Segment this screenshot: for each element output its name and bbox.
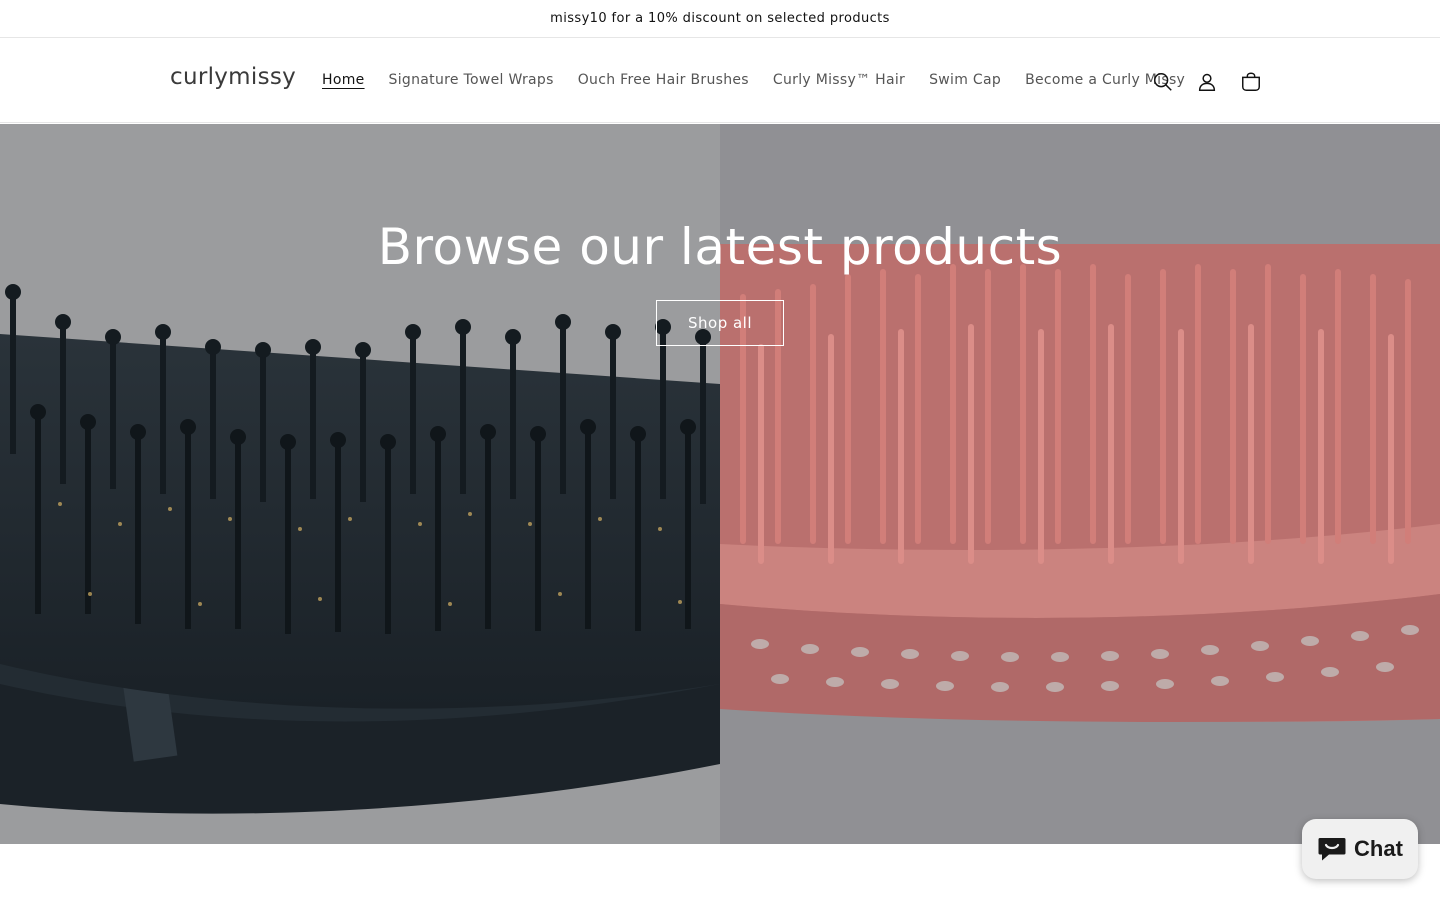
hero-content: Browse our latest products Shop all xyxy=(0,124,1440,346)
site-header: curlymissy Home Signature Towel Wraps Ou… xyxy=(0,38,1440,123)
nav-item-curly-missy-hair[interactable]: Curly Missy™ Hair xyxy=(761,72,917,88)
site-logo[interactable]: curlymissy xyxy=(170,64,296,90)
shop-all-button[interactable]: Shop all xyxy=(655,300,785,346)
nav-item-signature-towel-wraps[interactable]: Signature Towel Wraps xyxy=(377,72,566,88)
chat-bubble-icon xyxy=(1318,838,1346,861)
search-icon[interactable] xyxy=(1141,60,1185,104)
cart-icon[interactable] xyxy=(1229,60,1273,104)
nav-item-swim-cap[interactable]: Swim Cap xyxy=(917,72,1013,88)
announcement-bar: missy10 for a 10% discount on selected p… xyxy=(0,0,1440,38)
nav-item-ouch-free-hair-brushes[interactable]: Ouch Free Hair Brushes xyxy=(566,72,761,88)
chat-label: Chat xyxy=(1354,836,1403,861)
hero-title: Browse our latest products xyxy=(377,218,1063,276)
main-nav: Home Signature Towel Wraps Ouch Free Hai… xyxy=(310,38,1197,122)
hero-banner: Browse our latest products Shop all xyxy=(0,124,1440,844)
account-icon[interactable] xyxy=(1185,60,1229,104)
header-icons xyxy=(1141,72,1273,104)
nav-item-home[interactable]: Home xyxy=(310,72,377,88)
chat-button[interactable]: Chat xyxy=(1302,819,1418,879)
announcement-text: missy10 for a 10% discount on selected p… xyxy=(550,11,890,26)
